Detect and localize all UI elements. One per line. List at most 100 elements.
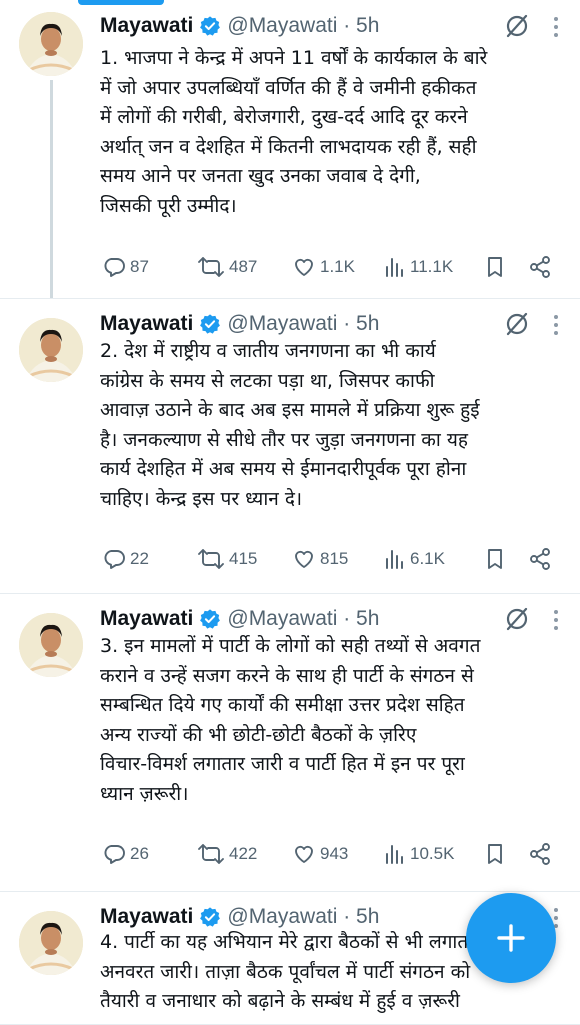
tweet-actions: 87 487 1.1K 11.1K: [102, 253, 560, 281]
tweet-text-line: है। जनकल्याण से सीधे तौर पर जुड़ा जनगणना…: [100, 428, 468, 451]
share-icon: [528, 547, 552, 571]
grok-icon[interactable]: [504, 311, 530, 337]
reply-icon: [102, 255, 126, 279]
tweet-text-line: ध्यान ज़रूरी।: [100, 782, 189, 805]
avatar[interactable]: [19, 12, 83, 76]
share-button[interactable]: [528, 255, 552, 279]
tweet-text: 1. भाजपा ने केन्द्र में अपने 11 वर्षों क…: [100, 44, 566, 221]
bookmark-button[interactable]: [484, 842, 528, 866]
thread-line: [50, 80, 53, 298]
avatar[interactable]: [19, 911, 83, 975]
tweet-text-line: कराने व उन्हें सजग करने के साथ ही पार्टी…: [100, 664, 474, 687]
repost-icon: [197, 842, 225, 866]
views-icon: [384, 547, 406, 571]
share-button[interactable]: [528, 842, 552, 866]
tweet-text-line: विचार-विमर्श लगातार जारी व पार्टी हित मे…: [100, 753, 465, 775]
author-name[interactable]: Mayawati: [100, 905, 193, 929]
heart-icon: [292, 255, 316, 279]
author-handle[interactable]: @Mayawati · 5h: [227, 14, 379, 38]
grok-icon[interactable]: [504, 13, 530, 39]
tweet-text-line: समय आने पर जनता खुद उनका जवाब दे देगी,: [100, 165, 421, 187]
reply-count: 87: [130, 257, 149, 276]
tweet-actions: 26 422 943 10.5K: [102, 840, 560, 868]
verified-badge-icon: [199, 608, 221, 630]
bookmark-icon: [484, 842, 506, 866]
verified-badge-icon: [199, 906, 221, 928]
tweet-header: Mayawati @Mayawati · 5h: [100, 605, 560, 633]
tweet-text-line: कार्य देशहित में अब समय से ईमानदारीपूर्व…: [100, 458, 467, 480]
views-button[interactable]: 10.5K: [384, 842, 484, 866]
more-options-icon[interactable]: [554, 17, 558, 37]
tweet-text: 2. देश में राष्ट्रीय व जातीय जनगणना का भ…: [100, 337, 566, 514]
bookmark-icon: [484, 547, 506, 571]
tweet-text-line: सम्बन्धित दिये गए कार्यों की समीक्षा उत्…: [100, 694, 465, 716]
bookmark-button[interactable]: [484, 255, 528, 279]
views-button[interactable]: 11.1K: [384, 255, 484, 279]
repost-button[interactable]: 422: [197, 842, 292, 866]
tweet-text-line: में लोगों की गरीबी, बेरोजगारी, दुख-दर्द …: [100, 106, 468, 128]
avatar[interactable]: [19, 613, 83, 677]
like-count: 1.1K: [320, 257, 355, 276]
views-count: 10.5K: [410, 844, 455, 863]
tweet-actions: 22 415 815 6.1K: [102, 545, 560, 573]
author-handle[interactable]: @Mayawati · 5h: [227, 905, 379, 929]
tweet-text-line: कांग्रेस के समय से लटका पड़ा था, जिसपर क…: [100, 369, 435, 392]
author-handle[interactable]: @Mayawati · 5h: [227, 312, 379, 336]
views-button[interactable]: 6.1K: [384, 547, 484, 571]
reply-icon: [102, 842, 126, 866]
tweet-text-line: तैयारी व जनाधार को बढ़ाने के सम्बंध में …: [100, 990, 460, 1012]
share-icon: [528, 255, 552, 279]
tweet-text-line: 1. भाजपा ने केन्द्र में अपने 11 वर्षों क…: [100, 47, 488, 69]
tweet-text-line: चाहिए। केन्द्र इस पर ध्यान दे।: [100, 487, 303, 510]
reply-count: 22: [130, 549, 149, 568]
author-handle[interactable]: @Mayawati · 5h: [227, 607, 379, 631]
repost-button[interactable]: 487: [197, 255, 292, 279]
like-count: 943: [320, 844, 349, 863]
bookmark-button[interactable]: [484, 547, 528, 571]
tweet-text: 3. इन मामलों में पार्टी के लोगों को सही …: [100, 632, 566, 809]
share-icon: [528, 842, 552, 866]
verified-badge-icon: [199, 15, 221, 37]
views-count: 11.1K: [410, 257, 454, 276]
tweet[interactable]: Mayawati @Mayawati · 5h 3. इन मामलों में प…: [0, 593, 580, 892]
author-name[interactable]: Mayawati: [100, 312, 193, 336]
views-icon: [384, 842, 406, 866]
reply-icon: [102, 547, 126, 571]
tweet-header: Mayawati @Mayawati · 5h: [100, 12, 560, 40]
heart-icon: [292, 547, 316, 571]
views-count: 6.1K: [410, 549, 445, 568]
more-options-icon[interactable]: [554, 315, 558, 335]
tweet-text-line: 3. इन मामलों में पार्टी के लोगों को सही …: [100, 635, 481, 657]
reply-button[interactable]: 87: [102, 255, 197, 279]
avatar[interactable]: [19, 318, 83, 382]
repost-button[interactable]: 415: [197, 547, 292, 571]
like-button[interactable]: 943: [292, 842, 384, 866]
reply-button[interactable]: 22: [102, 547, 197, 571]
repost-count: 415: [229, 549, 258, 568]
tweet[interactable]: Mayawati @Mayawati · 5h 2. देश में राष्ट्र…: [0, 298, 580, 594]
compose-button[interactable]: [466, 893, 556, 983]
repost-count: 487: [229, 257, 258, 276]
verified-badge-icon: [199, 313, 221, 335]
tweet-text-line: 2. देश में राष्ट्रीय व जातीय जनगणना का भ…: [100, 340, 436, 362]
repost-icon: [197, 255, 225, 279]
grok-icon[interactable]: [504, 606, 530, 632]
like-count: 815: [320, 549, 349, 568]
bookmark-icon: [484, 255, 506, 279]
reply-button[interactable]: 26: [102, 842, 197, 866]
like-button[interactable]: 1.1K: [292, 255, 384, 279]
tweet-text-line: आवाज़ उठाने के बाद अब इस मामले में प्रक्…: [100, 399, 480, 421]
repost-icon: [197, 547, 225, 571]
tweet[interactable]: Mayawati @Mayawati · 5h 1. भाजपा ने केन्द्…: [0, 0, 580, 299]
author-name[interactable]: Mayawati: [100, 14, 193, 38]
share-button[interactable]: [528, 547, 552, 571]
tweet-header: Mayawati @Mayawati · 5h: [100, 310, 560, 338]
tweet-text-line: में जो अपार उपलब्धियाँ वर्णित की हैं वे …: [100, 76, 477, 99]
like-button[interactable]: 815: [292, 547, 384, 571]
tweet-text-line: अर्थात् जन व देशहित में कितनी लाभदायक रह…: [100, 135, 477, 158]
author-name[interactable]: Mayawati: [100, 607, 193, 631]
plus-icon: [497, 924, 525, 952]
more-options-icon[interactable]: [554, 908, 558, 928]
tweet-text-line: अन्य राज्यों की भी छोटी-छोटी बैठकों के ज…: [100, 723, 417, 746]
more-options-icon[interactable]: [554, 610, 558, 630]
